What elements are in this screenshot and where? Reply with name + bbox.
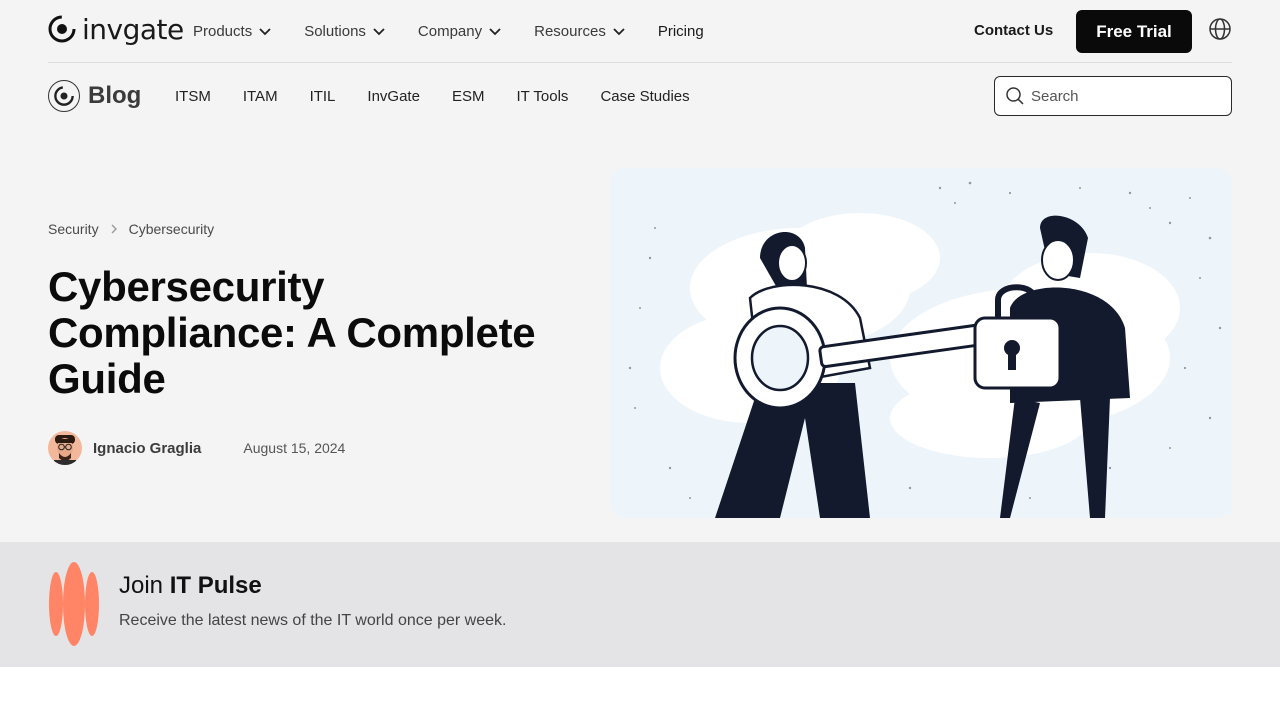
chevron-down-icon — [489, 28, 501, 36]
invgate-logo-icon — [48, 15, 76, 43]
article-title: Cybersecurity Compliance: A Complete Gui… — [48, 263, 536, 402]
category-link-it-tools[interactable]: IT Tools — [516, 88, 568, 105]
breadcrumb: Security Cybersecurity — [48, 221, 214, 237]
blog-subnav: Blog ITSM ITAM ITIL InvGate ESM IT Tools… — [48, 64, 1232, 128]
author-name[interactable]: Ignacio Graglia — [93, 440, 201, 457]
newsletter-brand: IT Pulse — [169, 572, 262, 599]
top-navigation: invgate Products Solutions Company Resou… — [48, 0, 1232, 63]
category-link-case-studies[interactable]: Case Studies — [600, 88, 689, 105]
contact-us-link[interactable]: Contact Us — [974, 22, 1053, 39]
menu-item-label: Solutions — [304, 22, 366, 40]
menu-item-label: Resources — [534, 22, 606, 40]
menu-item-solutions[interactable]: Solutions — [304, 23, 386, 40]
blog-category-links: ITSM ITAM ITIL InvGate ESM IT Tools Case… — [175, 64, 722, 128]
menu-item-label: Products — [193, 22, 253, 40]
category-link-itsm[interactable]: ITSM — [175, 88, 211, 105]
free-trial-button[interactable]: Free Trial — [1076, 10, 1192, 53]
menu-item-resources[interactable]: Resources — [534, 23, 626, 40]
category-link-itil[interactable]: ITIL — [310, 88, 336, 105]
search-icon — [1006, 87, 1024, 105]
invgate-logo[interactable]: invgate — [48, 12, 184, 46]
post-date: August 15, 2024 — [243, 440, 346, 456]
logo-text: invgate — [82, 12, 184, 46]
it-pulse-logo-icon — [49, 562, 99, 646]
menu-item-company[interactable]: Company — [418, 23, 502, 40]
menu-item-pricing[interactable]: Pricing — [658, 23, 704, 40]
chevron-right-icon — [111, 224, 117, 234]
author-row: Ignacio Graglia August 15, 2024 — [48, 431, 345, 465]
blog-logo[interactable]: Blog — [48, 80, 141, 112]
menu-item-products[interactable]: Products — [193, 23, 272, 40]
main-menu: Products Solutions Company Resources Pri… — [193, 0, 736, 62]
globe-icon[interactable] — [1208, 17, 1232, 41]
chevron-down-icon — [373, 28, 385, 36]
search-box[interactable] — [994, 76, 1232, 116]
menu-item-label: Company — [417, 22, 483, 40]
chevron-down-icon — [613, 28, 625, 36]
category-link-esm[interactable]: ESM — [452, 88, 485, 105]
newsletter-subtitle: Receive the latest news of the IT world … — [119, 612, 507, 629]
menu-item-label: Pricing — [657, 22, 704, 40]
blog-label: Blog — [88, 82, 142, 109]
breadcrumb-cybersecurity[interactable]: Cybersecurity — [129, 221, 215, 237]
category-link-invgate[interactable]: InvGate — [367, 88, 420, 105]
newsletter-banner: Join IT Pulse Receive the latest news of… — [0, 542, 1280, 667]
search-input[interactable] — [1031, 87, 1211, 105]
breadcrumb-security[interactable]: Security — [48, 221, 99, 237]
blog-logo-icon — [48, 80, 80, 112]
chevron-down-icon — [259, 28, 271, 36]
newsletter-title: Join IT Pulse — [119, 572, 262, 599]
hero-illustration — [610, 168, 1232, 518]
author-avatar[interactable] — [48, 431, 82, 465]
category-link-itam[interactable]: ITAM — [243, 88, 278, 105]
